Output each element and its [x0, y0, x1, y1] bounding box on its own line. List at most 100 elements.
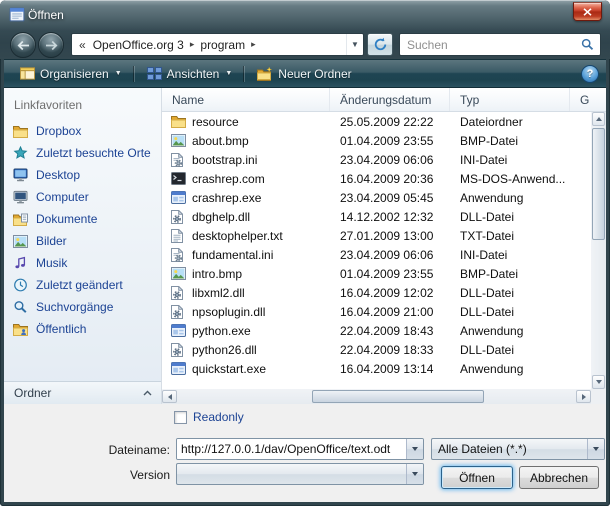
breadcrumb-item-openoffice-org-3[interactable]: OpenOffice.org 3 — [91, 38, 186, 52]
toolbar-button-label: Ansichten — [167, 67, 220, 81]
folder-icon — [13, 123, 31, 139]
scroll-right-button[interactable] — [576, 390, 591, 403]
help-button[interactable]: ? — [581, 65, 599, 83]
horizontal-scrollbar[interactable] — [162, 389, 591, 404]
file-row[interactable]: intro.bmp01.04.2009 23:55BMP-Datei — [162, 264, 591, 283]
address-bar[interactable]: « OpenOffice.org 3▸program▸ ▼ — [71, 33, 364, 56]
file-type: INI-Datei — [450, 153, 570, 167]
file-row[interactable]: bootstrap.ini23.04.2009 06:06INI-Datei — [162, 150, 591, 169]
filetype-dropdown-button[interactable] — [587, 439, 604, 459]
column-header-typ[interactable]: Typ — [450, 88, 570, 111]
sidebar-item-computer[interactable]: Computer — [4, 186, 161, 208]
sidebar-item-öffentlich[interactable]: Öffentlich — [4, 318, 161, 340]
refresh-icon — [373, 37, 388, 52]
file-row[interactable]: libxml2.dll16.04.2009 12:02DLL-Datei — [162, 283, 591, 302]
file-date: 16.04.2009 20:36 — [330, 172, 450, 186]
file-row[interactable]: npsoplugin.dll16.04.2009 21:00DLL-Datei — [162, 302, 591, 321]
sidebar-item-label: Computer — [36, 190, 89, 204]
file-row[interactable]: python26.dll22.04.2009 18:33DLL-Datei — [162, 340, 591, 359]
sidebar-item-zuletzt-geändert[interactable]: Zuletzt geändert — [4, 274, 161, 296]
filetype-combobox[interactable]: Alle Dateien (*.*) — [431, 438, 605, 460]
readonly-checkbox-row[interactable]: Readonly — [174, 410, 244, 424]
toolbar-button-neuer-ordner[interactable]: Neuer Ordner — [248, 63, 360, 85]
folders-expander[interactable]: Ordner — [4, 381, 161, 404]
file-type: TXT-Datei — [450, 229, 570, 243]
file-date: 01.04.2009 23:55 — [330, 267, 450, 281]
scroll-up-button[interactable] — [592, 112, 605, 126]
file-row[interactable]: dbghelp.dll14.12.2002 12:32DLL-Datei — [162, 207, 591, 226]
sidebar-item-bilder[interactable]: Bilder — [4, 230, 161, 252]
sidebar-item-dropbox[interactable]: Dropbox — [4, 120, 161, 142]
refresh-button[interactable] — [367, 33, 393, 56]
window-title: Öffnen — [28, 8, 64, 22]
version-dropdown-button[interactable] — [406, 464, 423, 484]
breadcrumb-overflow-chevron[interactable]: « — [72, 38, 91, 52]
caret-down-icon — [412, 447, 418, 451]
sidebar-item-label: Öffentlich — [36, 322, 86, 336]
file-type: MS-DOS-Anwend... — [450, 172, 570, 186]
arrow-right-icon — [45, 40, 58, 51]
folders-label: Ordner — [14, 386, 51, 400]
breadcrumb-arrow-icon[interactable]: ▸ — [186, 39, 199, 50]
horizontal-scrollbar-thumb[interactable] — [312, 390, 484, 403]
file-name: crashrep.com — [192, 172, 330, 186]
file-date: 16.04.2009 12:02 — [330, 286, 450, 300]
toolbar-button-ansichten[interactable]: Ansichten ▼ — [138, 63, 242, 85]
cancel-button[interactable]: Abbrechen — [519, 466, 599, 489]
filename-input[interactable] — [177, 439, 406, 459]
file-type: DLL-Datei — [450, 286, 570, 300]
sidebar-item-label: Bilder — [36, 234, 67, 248]
version-combobox[interactable] — [176, 463, 424, 485]
column-header-g[interactable]: G — [570, 88, 606, 111]
sidebar-item-dokumente[interactable]: Dokumente — [4, 208, 161, 230]
column-header-änderungsdatum[interactable]: Änderungsdatum — [330, 88, 450, 111]
breadcrumb-item-program[interactable]: program — [198, 38, 247, 52]
documents-icon — [13, 211, 31, 227]
chevron-up-icon — [143, 390, 152, 396]
file-row[interactable]: fundamental.ini23.04.2009 06:06INI-Datei — [162, 245, 591, 264]
filename-dropdown-button[interactable] — [406, 439, 423, 459]
file-row[interactable]: resource25.05.2009 22:22Dateiordner — [162, 112, 591, 131]
file-row[interactable]: quickstart.exe16.04.2009 13:14Anwendung — [162, 359, 591, 378]
sidebar-item-musik[interactable]: Musik — [4, 252, 161, 274]
vertical-scrollbar[interactable] — [591, 112, 606, 389]
file-name: libxml2.dll — [192, 286, 330, 300]
sidebar-item-zuletzt-besuchte-orte[interactable]: Zuletzt besuchte Orte — [4, 142, 161, 164]
file-row[interactable]: desktophelper.txt27.01.2009 13:00TXT-Dat… — [162, 226, 591, 245]
open-button[interactable]: Öffnen — [441, 466, 513, 489]
toolbar-button-organisieren[interactable]: Organisieren▼ — [11, 63, 131, 85]
file-row[interactable]: crashrep.com16.04.2009 20:36MS-DOS-Anwen… — [162, 169, 591, 188]
folder-icon — [171, 114, 187, 129]
readonly-label: Readonly — [193, 410, 244, 424]
file-type: DLL-Datei — [450, 305, 570, 319]
filename-combobox[interactable] — [176, 438, 424, 460]
search-input[interactable] — [400, 38, 574, 52]
close-button[interactable] — [573, 2, 602, 21]
breadcrumb-arrow-icon[interactable]: ▸ — [247, 39, 260, 50]
file-row[interactable]: about.bmp01.04.2009 23:55BMP-Datei — [162, 131, 591, 150]
file-name: bootstrap.ini — [192, 153, 330, 167]
address-dropdown-caret-icon[interactable]: ▼ — [346, 34, 363, 55]
dialog-icon — [9, 7, 25, 23]
views-icon — [147, 67, 162, 80]
vertical-scrollbar-thumb[interactable] — [592, 128, 605, 240]
toolbar-button-label: Organisieren — [40, 67, 109, 81]
scroll-down-button[interactable] — [592, 375, 605, 389]
sidebar-item-suchvorgänge[interactable]: Suchvorgänge — [4, 296, 161, 318]
file-date: 23.04.2009 05:45 — [330, 191, 450, 205]
file-type: BMP-Datei — [450, 267, 570, 281]
dialog-footer: Readonly Dateiname: Alle Dateien (*.*) V… — [4, 404, 606, 502]
sidebar-item-desktop[interactable]: Desktop — [4, 164, 161, 186]
sidebar-item-label: Desktop — [36, 168, 80, 182]
organize-icon — [20, 67, 35, 80]
file-name: desktophelper.txt — [192, 229, 330, 243]
chevron-down-icon: ▼ — [225, 70, 232, 77]
forward-button[interactable] — [38, 32, 64, 58]
back-button[interactable] — [10, 32, 36, 58]
column-header-name[interactable]: Name — [162, 88, 330, 111]
search-magnifier-icon[interactable] — [574, 38, 600, 51]
file-row[interactable]: python.exe22.04.2009 18:43Anwendung — [162, 321, 591, 340]
scroll-left-button[interactable] — [162, 390, 177, 403]
file-row[interactable]: crashrep.exe23.04.2009 05:45Anwendung — [162, 188, 591, 207]
readonly-checkbox[interactable] — [174, 411, 187, 424]
